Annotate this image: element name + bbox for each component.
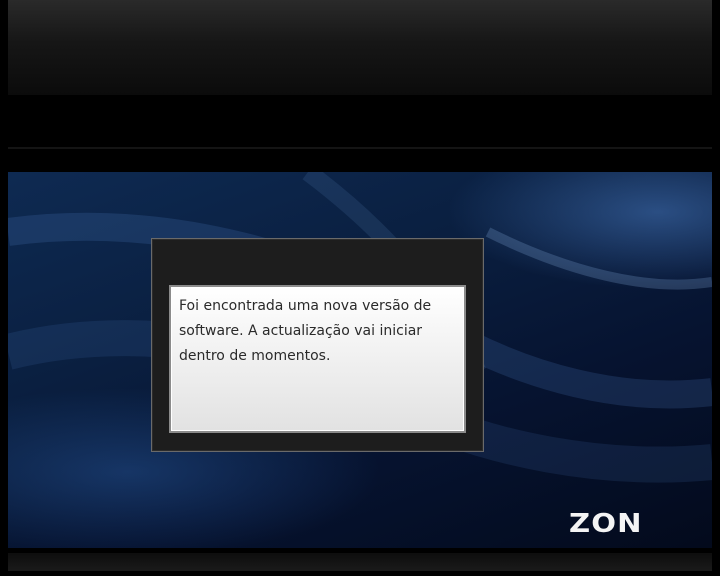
zon-logo: ZON [569,509,643,539]
separator-line [8,147,712,149]
top-bar [8,0,712,95]
update-message: Foi encontrada uma nova versão de softwa… [179,298,432,364]
bottom-strip [8,553,712,571]
message-box: Foi encontrada uma nova versão de softwa… [169,285,466,433]
update-dialog: Foi encontrada uma nova versão de softwa… [151,238,484,452]
